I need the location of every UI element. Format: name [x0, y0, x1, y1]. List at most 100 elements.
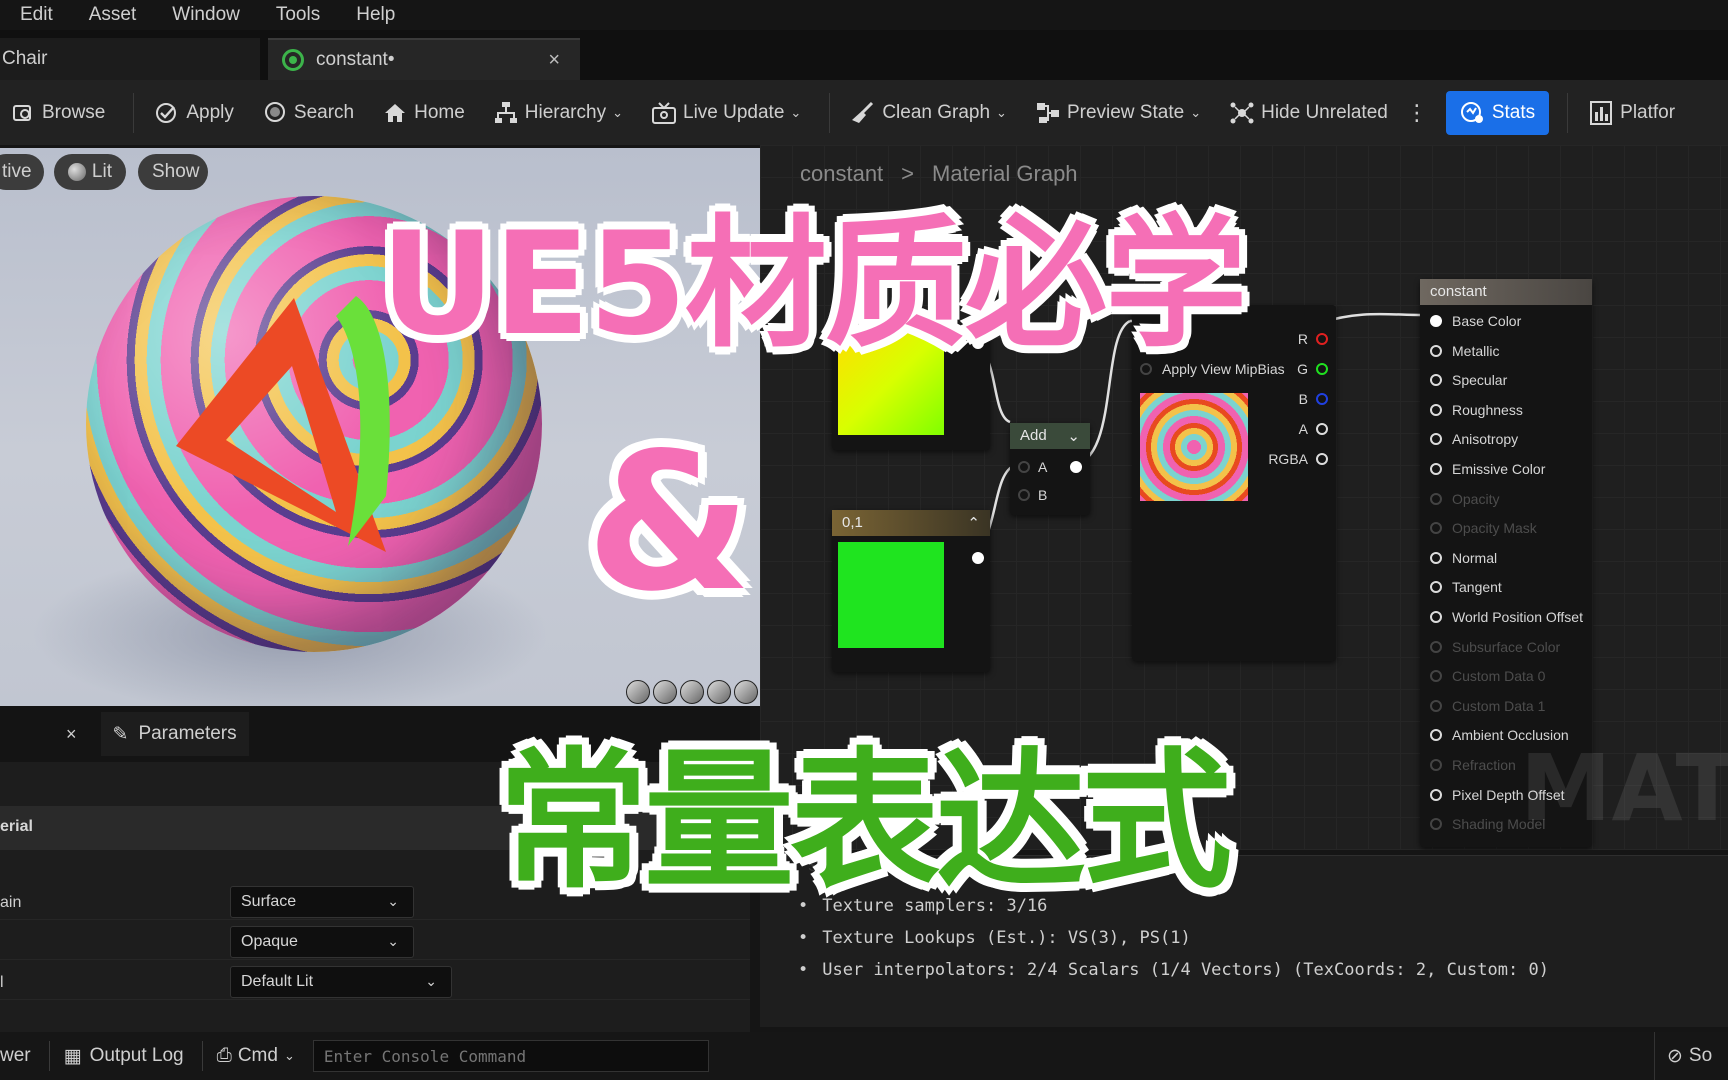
- result-pin-label: Metallic: [1452, 342, 1500, 359]
- hierarchy-label: Hierarchy: [524, 101, 607, 123]
- tab-chair[interactable]: Chair: [0, 38, 260, 80]
- content-browser-button[interactable]: wer: [0, 1045, 31, 1067]
- material-section-label: erial: [0, 818, 33, 835]
- menu-tools[interactable]: Tools: [276, 4, 320, 26]
- perspective-button[interactable]: tive: [0, 154, 44, 190]
- platform-stats-button[interactable]: Platfor: [1578, 91, 1685, 135]
- browse-button[interactable]: Browse: [0, 91, 115, 135]
- tab-constant[interactable]: constant• ×: [268, 38, 580, 80]
- pin-icon: [1430, 640, 1442, 653]
- tab-close-button[interactable]: ×: [548, 49, 560, 72]
- result-pin-label: Custom Data 1: [1452, 697, 1546, 714]
- material-icon: [282, 49, 304, 71]
- hide-unrelated-button[interactable]: Hide Unrelated: [1219, 91, 1398, 135]
- console-input[interactable]: [312, 1040, 709, 1072]
- show-label: Show: [152, 161, 200, 182]
- add-pin-a[interactable]: A: [1018, 459, 1047, 475]
- pin-icon: [1430, 315, 1442, 327]
- constant-01-preview: [838, 542, 944, 648]
- search-button[interactable]: Search: [252, 91, 364, 135]
- result-pin[interactable]: Emissive Color: [1430, 461, 1545, 477]
- perspective-label: tive: [2, 161, 32, 182]
- result-pin[interactable]: Opacity Mask: [1430, 520, 1537, 536]
- texture-pin-rgba[interactable]: RGBA: [1268, 451, 1328, 467]
- details-close-button[interactable]: ×: [66, 724, 77, 745]
- show-button[interactable]: Show: [138, 154, 208, 190]
- result-pin[interactable]: Specular: [1430, 372, 1507, 388]
- clean-graph-label: Clean Graph: [882, 101, 991, 123]
- chevron-down-icon: ⌄: [996, 104, 1007, 120]
- terminal-icon: ⎙: [216, 1045, 232, 1066]
- tab-parameters[interactable]: ✎ Parameters: [100, 712, 249, 756]
- bottom-bar: wer ▦ Output Log ⎙ Cmd ⌄ ⊘ So: [0, 1032, 1728, 1080]
- pin-icon: [1430, 463, 1442, 475]
- hide-unrelated-icon: [1229, 100, 1255, 126]
- platform-icon: [1588, 100, 1614, 126]
- property-row: l Default Lit ⌄: [0, 964, 750, 1000]
- home-button[interactable]: Home: [372, 91, 475, 135]
- result-pin[interactable]: Base Color: [1430, 313, 1521, 329]
- lit-label: Lit: [91, 161, 112, 182]
- result-pin[interactable]: Custom Data 1: [1430, 698, 1545, 714]
- live-update-icon: [651, 100, 677, 126]
- cmd-button[interactable]: ⎙ Cmd ⌄: [217, 1045, 295, 1067]
- result-pin[interactable]: Metallic: [1430, 343, 1499, 359]
- chevron-down-icon: ⌄: [1067, 428, 1080, 445]
- texture-pin-g[interactable]: G: [1297, 361, 1328, 377]
- output-log-icon: ▦: [63, 1045, 82, 1067]
- result-pin[interactable]: Tangent: [1430, 579, 1502, 595]
- document-tab-bar: Chair constant• ×: [0, 30, 1728, 80]
- add-node[interactable]: Add ⌄ A B: [1010, 423, 1090, 515]
- stats-button[interactable]: Stats: [1445, 90, 1550, 135]
- texture-pin-a[interactable]: A: [1299, 421, 1328, 437]
- toolbar-separator: [133, 92, 135, 133]
- preview-state-button[interactable]: Preview State ⌄: [1025, 91, 1211, 135]
- result-pin-label: Anisotropy: [1452, 431, 1519, 448]
- menu-help[interactable]: Help: [356, 4, 395, 26]
- result-node-title: constant: [1430, 283, 1487, 300]
- pin-icon: [1430, 433, 1442, 446]
- pin-icon: [1430, 344, 1442, 357]
- texture-pin-b[interactable]: B: [1299, 391, 1328, 407]
- result-pin-label: Emissive Color: [1452, 461, 1546, 477]
- more-options-icon[interactable]: ⋮: [1406, 100, 1428, 126]
- source-control-button[interactable]: ⊘ So: [1654, 1032, 1728, 1080]
- result-pin[interactable]: Custom Data 0: [1430, 668, 1545, 684]
- live-update-button[interactable]: Live Update ⌄: [641, 91, 811, 135]
- result-pin-label: Normal: [1452, 549, 1498, 566]
- result-pin[interactable]: Opacity: [1430, 491, 1499, 507]
- pin-icon: [1430, 729, 1442, 742]
- blend-mode-dropdown[interactable]: Opaque ⌄: [230, 926, 414, 958]
- menu-edit[interactable]: Edit: [20, 4, 53, 26]
- shading-model-dropdown[interactable]: Default Lit ⌄: [230, 966, 452, 998]
- menu-window[interactable]: Window: [172, 4, 240, 26]
- chevron-down-icon: ⌄: [612, 104, 623, 120]
- browse-icon: [10, 100, 36, 126]
- texture-pin-r[interactable]: R: [1298, 331, 1328, 347]
- output-log-button[interactable]: ▦ Output Log: [64, 1045, 184, 1068]
- result-pin[interactable]: Normal: [1430, 550, 1497, 566]
- hierarchy-button[interactable]: Hierarchy ⌄: [483, 91, 633, 135]
- constant-01-output-pin[interactable]: [972, 552, 984, 564]
- texture-pin-a-label: A: [1298, 421, 1308, 437]
- hierarchy-icon: [493, 100, 519, 126]
- add-pin-b[interactable]: B: [1018, 487, 1047, 503]
- stats-line: Texture Lookups (Est.): VS(3), PS(1): [798, 928, 1190, 948]
- texture-pin-g-label: G: [1297, 361, 1308, 377]
- lit-mode-button[interactable]: Lit: [54, 154, 126, 190]
- result-pin[interactable]: World Position Offset: [1430, 609, 1583, 625]
- menu-asset[interactable]: Asset: [89, 4, 137, 26]
- result-pin[interactable]: Roughness: [1430, 402, 1523, 418]
- texture-pin-r-label: R: [1297, 331, 1308, 347]
- apply-button[interactable]: Apply: [144, 91, 244, 135]
- material-domain-dropdown[interactable]: Surface ⌄: [230, 886, 414, 918]
- broom-icon: [850, 100, 876, 126]
- pin-icon: [1430, 374, 1442, 387]
- clean-graph-button[interactable]: Clean Graph ⌄: [840, 91, 1017, 135]
- pin-icon: [1430, 670, 1442, 683]
- result-pin[interactable]: Subsurface Color: [1430, 639, 1560, 655]
- result-pin[interactable]: Refraction: [1430, 757, 1516, 773]
- add-output-pin[interactable]: [1070, 461, 1082, 473]
- constant-01-node[interactable]: 0,1 ⌃: [832, 510, 990, 672]
- result-pin[interactable]: Anisotropy: [1430, 431, 1518, 447]
